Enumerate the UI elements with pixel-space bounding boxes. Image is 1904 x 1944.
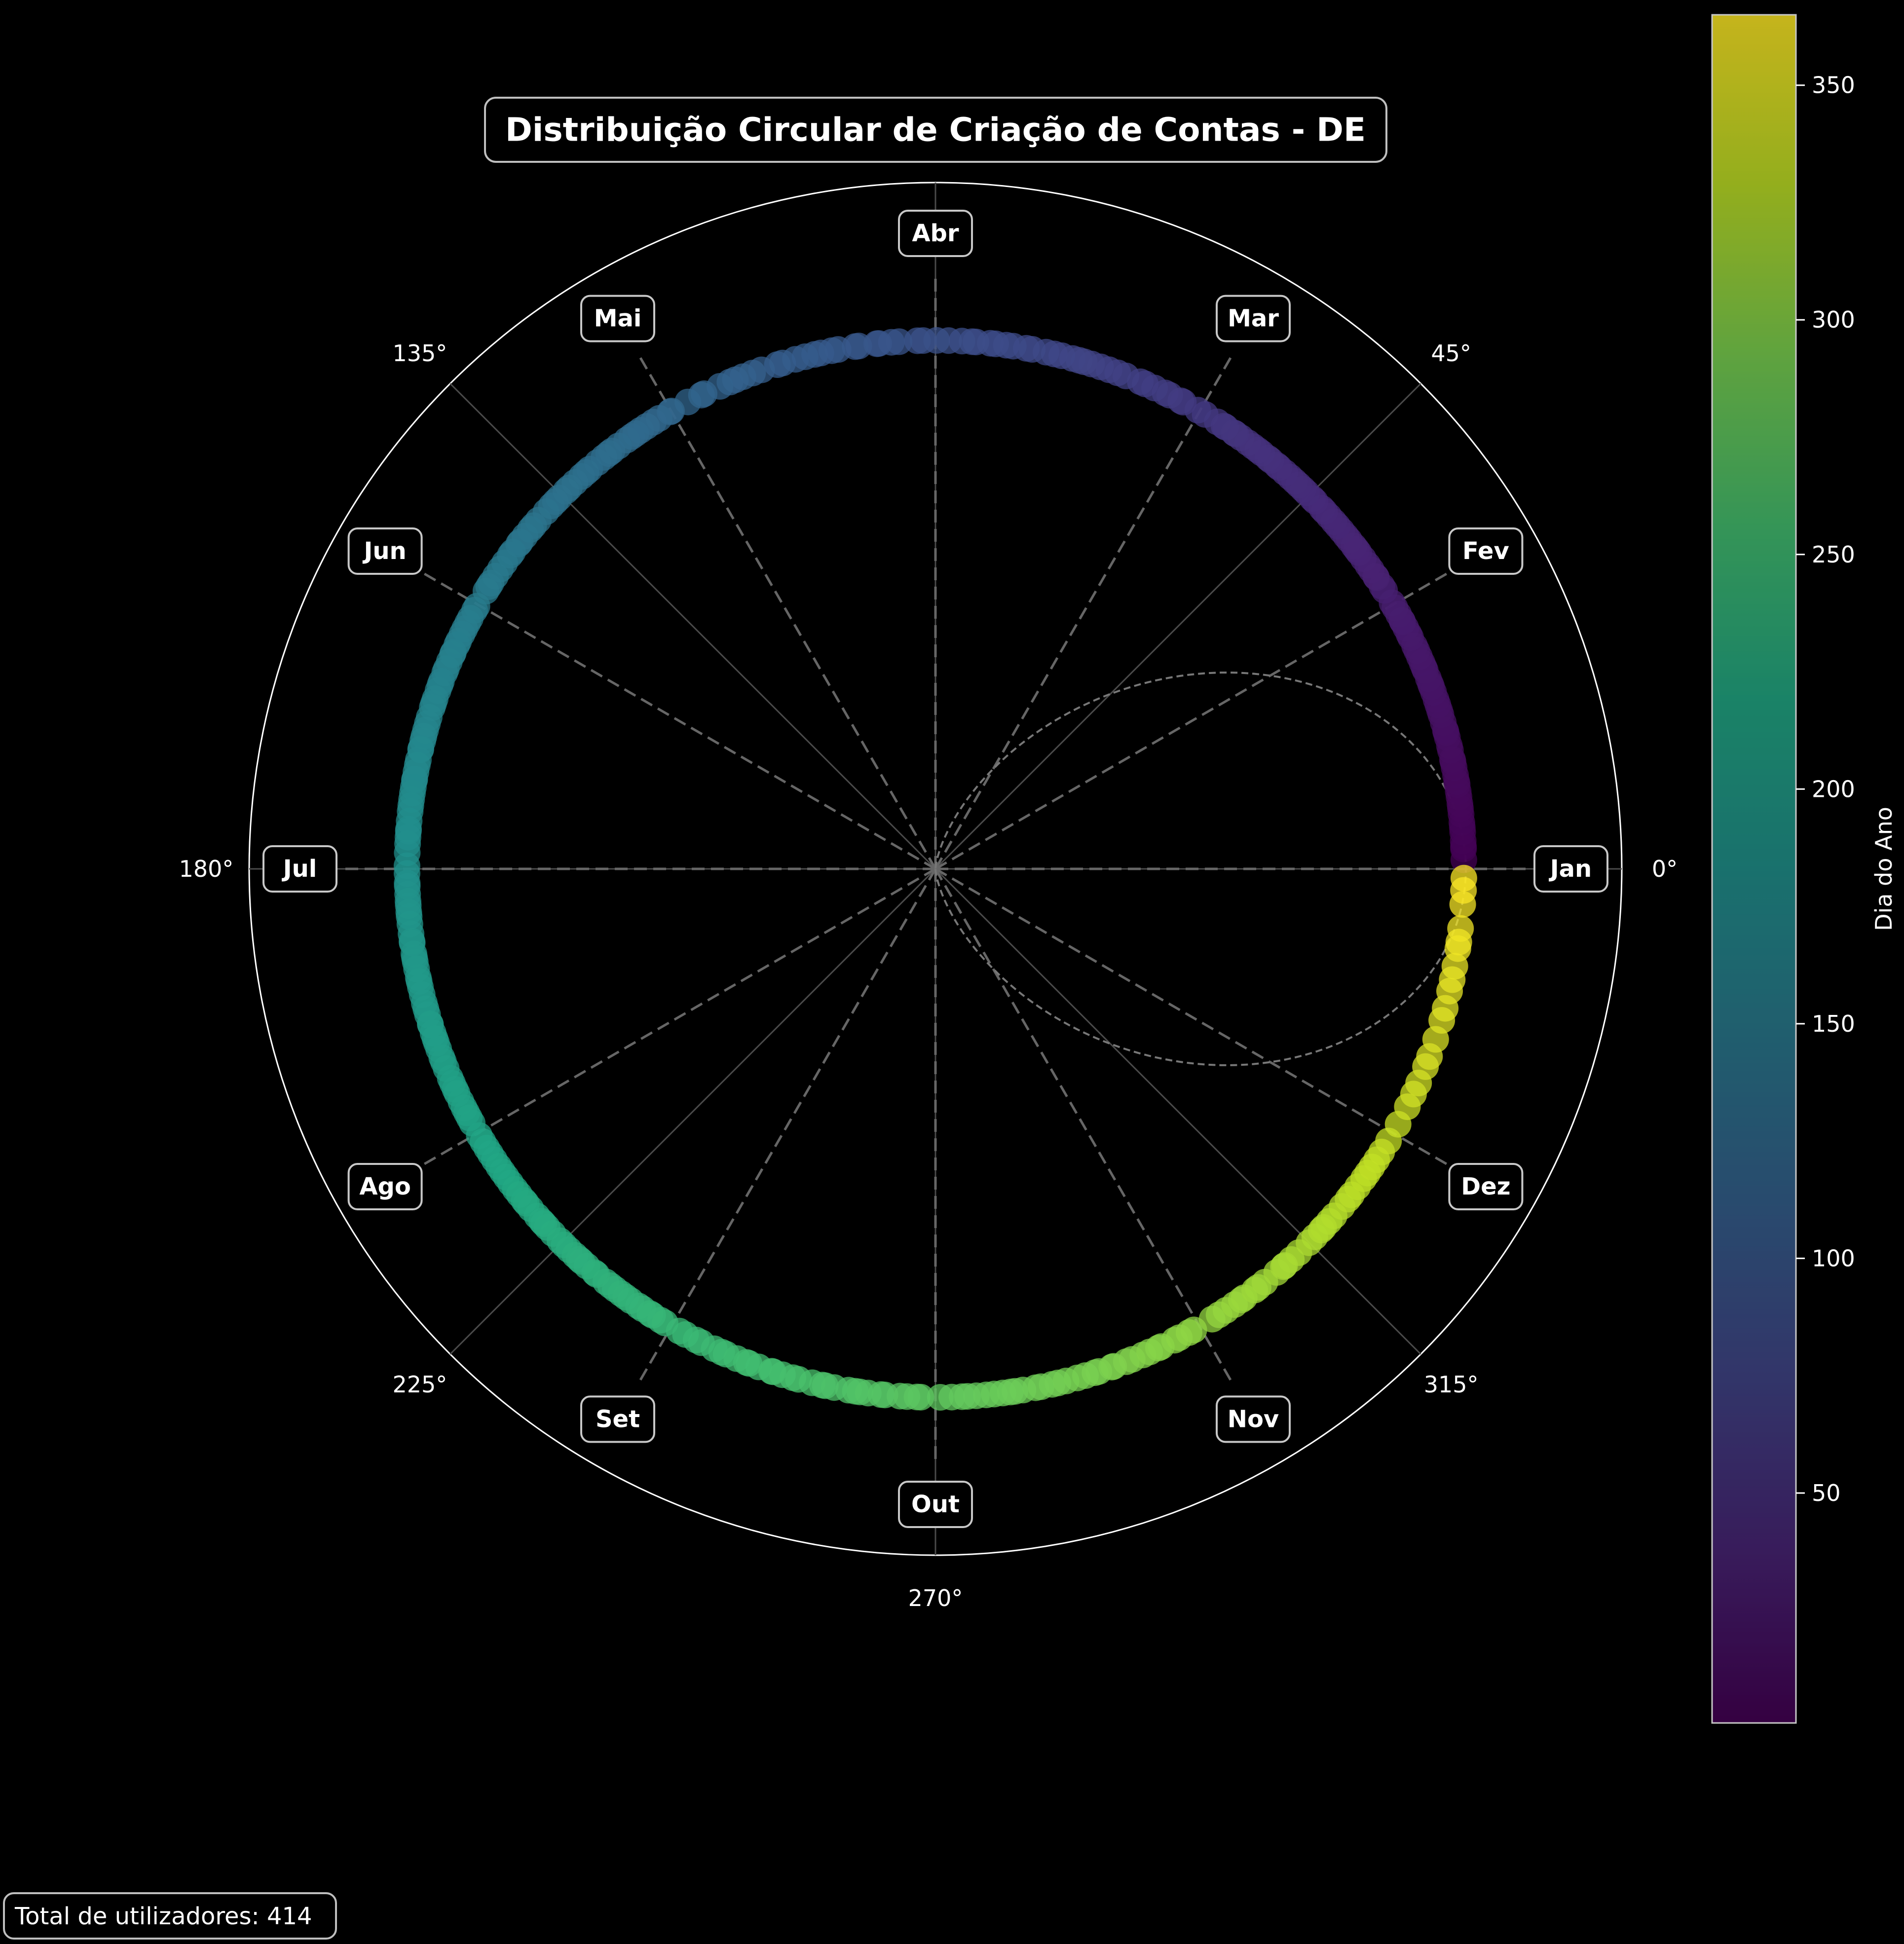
angle-tick-label: 270° xyxy=(908,1585,963,1611)
colorbar-tick-label: 200 xyxy=(1812,776,1855,802)
month-label: Mai xyxy=(594,305,642,333)
colorbar-tick-label: 50 xyxy=(1812,1480,1841,1506)
month-label: Fev xyxy=(1462,537,1509,565)
angle-tick-label: 315° xyxy=(1424,1371,1479,1398)
angle-tick-label: 135° xyxy=(392,340,447,367)
month-label: Mar xyxy=(1228,305,1279,333)
chart-title: Distribuição Circular de Criação de Cont… xyxy=(505,111,1366,149)
colorbar: 50 100 150 200 250 300 350 Dia do Ano xyxy=(1711,14,1897,1724)
angular-gridline xyxy=(449,868,936,1355)
total-users-label: Total de utilizadores: 414 xyxy=(14,1903,312,1930)
month-divider-line xyxy=(423,867,936,1165)
colorbar-tick-label: 100 xyxy=(1812,1245,1855,1271)
month-label: Jul xyxy=(282,855,317,883)
colorbar-ticks: 50 100 150 200 250 300 350 xyxy=(1796,72,1855,1506)
month-divider-line xyxy=(934,357,1232,870)
month-label: Ago xyxy=(359,1173,411,1200)
data-point xyxy=(1447,915,1474,942)
polar-chart: 0°45°90°135°180°225°270°315°JanFevMarAbr… xyxy=(3,14,1897,1940)
month-divider-line xyxy=(639,357,937,870)
colorbar-label: Dia do Ano xyxy=(1870,807,1897,931)
angular-gridline xyxy=(934,383,1421,870)
month-label: Nov xyxy=(1228,1405,1279,1433)
month-label: Dez xyxy=(1461,1173,1510,1200)
colorbar-tick-label: 350 xyxy=(1812,72,1855,99)
month-divider-line xyxy=(639,868,937,1381)
month-divider-line xyxy=(934,867,1448,1165)
month-divider-line xyxy=(423,572,936,870)
angle-tick-label: 45° xyxy=(1431,340,1471,367)
month-divider-line xyxy=(934,868,1232,1381)
data-point xyxy=(1450,864,1477,892)
month-label: Jan xyxy=(1549,855,1592,883)
month-label: Jun xyxy=(362,537,406,565)
angle-tick-label: 0° xyxy=(1652,856,1678,882)
colorbar-tick-label: 150 xyxy=(1812,1010,1855,1037)
colorbar-gradient xyxy=(1711,14,1797,1724)
month-label: Abr xyxy=(912,220,959,247)
angle-tick-label: 180° xyxy=(179,856,234,882)
month-label: Set xyxy=(596,1405,640,1433)
angular-gridline xyxy=(934,868,1421,1355)
month-divider-line xyxy=(934,572,1448,870)
angular-gridline xyxy=(449,383,936,870)
angle-tick-label: 225° xyxy=(392,1371,447,1398)
month-label: Out xyxy=(911,1491,960,1518)
colorbar-tick-label: 250 xyxy=(1812,541,1855,568)
colorbar-tick-label: 300 xyxy=(1812,306,1855,333)
